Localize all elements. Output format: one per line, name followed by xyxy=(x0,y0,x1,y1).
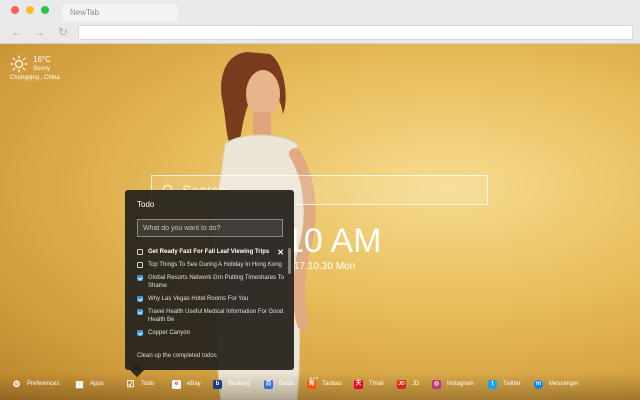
dock-item-label: Twitter xyxy=(503,381,521,387)
instagram-icon: ◎ xyxy=(432,379,441,389)
sun-icon xyxy=(10,55,28,73)
messenger-icon: m xyxy=(534,379,543,389)
dock-item-label: JD xyxy=(412,381,420,387)
todo-item-text: Get Ready Fast For Fall Leaf Viewing Tri… xyxy=(148,249,270,255)
todo-item-text: Copper Canyon xyxy=(148,330,191,336)
tmall-icon: 天 xyxy=(354,379,363,389)
dock-item-twitter[interactable]: t Twitter xyxy=(488,378,521,390)
clock-date: 17.10.30 Mon xyxy=(294,261,356,272)
dock-item-label: Tmall xyxy=(369,381,384,387)
grid-icon: ▦ xyxy=(75,378,84,389)
dock-item-tmall[interactable]: 天 Tmall xyxy=(354,378,384,390)
dock-item-instagram[interactable]: ◎ Instagram xyxy=(432,378,474,390)
todo-checkbox[interactable] xyxy=(137,262,143,268)
dock-item-label: Apps xyxy=(90,381,104,387)
browser-chrome: NewTab ← → ↻ xyxy=(0,0,640,44)
weather-condition: Sunny xyxy=(33,66,51,72)
minimize-window-button[interactable] xyxy=(26,6,34,14)
todo-input[interactable] xyxy=(137,219,283,237)
ebay-icon: e xyxy=(172,379,181,389)
dock-item-label: Instagram xyxy=(447,381,474,387)
bottom-dock: ⚙ Preferences ▦ Apps ☑ Todo e eBay b Boo… xyxy=(0,372,640,400)
todo-list: Get Ready Fast For Fall Leaf Viewing Tri… xyxy=(137,248,287,342)
baidu-icon: 百 xyxy=(264,379,273,389)
browser-tab[interactable]: NewTab xyxy=(62,4,178,22)
tab-title: NewTab xyxy=(70,8,99,17)
todo-checkbox[interactable] xyxy=(137,309,143,315)
dock-item-label: Messenger xyxy=(549,381,579,387)
dock-item-baidu[interactable]: 百 Baidu xyxy=(264,378,294,390)
check-icon: ☑ xyxy=(126,378,135,389)
clean-completed-todos-link[interactable]: Clean up the completed todos xyxy=(137,353,217,359)
todo-item[interactable]: Travel Health Useful Medical Information… xyxy=(137,308,287,324)
gear-icon: ⚙ xyxy=(12,378,21,389)
arrow-left-icon[interactable]: ← xyxy=(10,25,24,39)
dock-item-label: Todo xyxy=(141,381,155,387)
reload-icon[interactable]: ↻ xyxy=(56,25,70,39)
booking-icon: b xyxy=(213,379,222,389)
arrow-right-icon[interactable]: → xyxy=(32,25,46,39)
page-indicator xyxy=(310,366,320,379)
clock-time: 10 AM xyxy=(285,222,382,260)
todo-panel: Todo ✕ Get Ready Fast For Fall Leaf View… xyxy=(125,190,294,378)
dock-item-label: Preferences xyxy=(27,381,60,387)
dock-item-messenger[interactable]: m Messenger xyxy=(534,378,579,390)
weather-location: Chongqing , China xyxy=(10,75,60,81)
twitter-icon: t xyxy=(488,379,497,389)
dock-item-apps[interactable]: ▦ Apps xyxy=(75,378,104,390)
dock-item-label: Taobao xyxy=(322,381,342,387)
todo-item-text: Global Resorts Network Grn Putting Times… xyxy=(148,275,284,289)
todo-item[interactable]: Top Things To See During A Holiday In Ho… xyxy=(137,261,287,269)
dock-item-todo[interactable]: ☑ Todo xyxy=(126,378,154,390)
close-window-button[interactable] xyxy=(11,6,19,14)
dock-item-preferences[interactable]: ⚙ Preferences xyxy=(12,378,59,390)
dock-item-taobao[interactable]: 淘 Taobao xyxy=(307,378,342,390)
todo-item[interactable]: Copper Canyon xyxy=(137,329,287,337)
todo-scrollbar[interactable] xyxy=(288,248,291,274)
todo-item[interactable]: Global Resorts Network Grn Putting Times… xyxy=(137,274,287,290)
address-bar[interactable] xyxy=(78,25,633,40)
dock-item-label: eBay xyxy=(187,381,201,387)
dock-item-booking[interactable]: b Booking xyxy=(213,378,250,390)
todo-title: Todo xyxy=(137,200,155,209)
dock-item-ebay[interactable]: e eBay xyxy=(172,378,201,390)
maximize-window-button[interactable] xyxy=(41,6,49,14)
dock-item-label: Baidu xyxy=(279,381,295,387)
taobao-icon: 淘 xyxy=(307,379,316,389)
todo-item-text: Why Las Vegas Hotel Rooms For You xyxy=(148,296,249,302)
todo-item[interactable]: Why Las Vegas Hotel Rooms For You xyxy=(137,295,287,303)
todo-checkbox[interactable] xyxy=(137,296,143,302)
todo-item-text: Travel Health Useful Medical Information… xyxy=(148,309,284,323)
weather-temperature: 16°C xyxy=(33,55,51,64)
todo-checkbox[interactable] xyxy=(137,249,143,255)
todo-checkbox[interactable] xyxy=(137,275,143,281)
dock-item-jd[interactable]: JD JD xyxy=(397,378,419,390)
todo-item[interactable]: Get Ready Fast For Fall Leaf Viewing Tri… xyxy=(137,248,287,256)
todo-checkbox[interactable] xyxy=(137,330,143,336)
dock-item-label: Booking xyxy=(228,381,250,387)
todo-item-text: Top Things To See During A Holiday In Ho… xyxy=(148,262,282,268)
jd-icon: JD xyxy=(397,379,406,389)
